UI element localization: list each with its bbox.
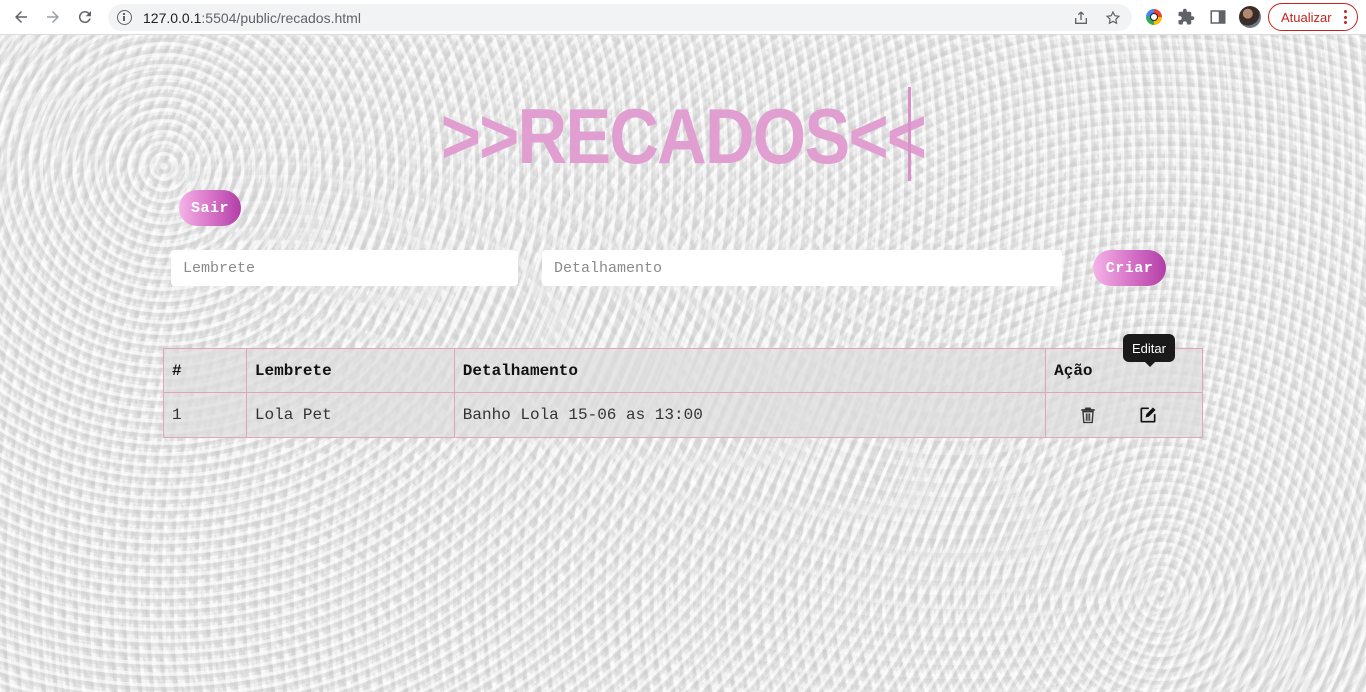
url-path: :5504/public/recados.html bbox=[201, 10, 361, 26]
url-text: 127.0.0.1:5504/public/recados.html bbox=[143, 10, 361, 26]
reload-icon bbox=[78, 11, 91, 24]
detail-input[interactable] bbox=[542, 250, 1062, 286]
create-button[interactable]: Criar bbox=[1093, 250, 1166, 286]
cell-reminder: Lola Pet bbox=[245, 392, 455, 438]
side-panel-icon[interactable] bbox=[1208, 7, 1228, 27]
reminders-table: # Lembrete Detalhamento Ação 1 Lola Pet … bbox=[163, 348, 1203, 438]
arrow-left-icon bbox=[15, 11, 27, 23]
header-number: # bbox=[163, 348, 247, 393]
cell-number: 1 bbox=[163, 392, 247, 438]
browser-toolbar: 127.0.0.1:5504/public/recados.html Atual… bbox=[0, 0, 1366, 35]
reload-button[interactable] bbox=[72, 5, 98, 29]
arrow-right-icon bbox=[47, 11, 59, 23]
back-button[interactable] bbox=[8, 5, 34, 29]
page-background: >>RECADOS<< Sair Criar # Lembrete Detalh… bbox=[0, 35, 1366, 692]
cell-detail: Banho Lola 15-06 as 13:00 bbox=[453, 392, 1047, 438]
share-icon[interactable] bbox=[1071, 8, 1091, 28]
header-detail: Detalhamento bbox=[453, 348, 1047, 393]
table-header-row: # Lembrete Detalhamento Ação bbox=[163, 348, 1203, 393]
update-label: Atualizar bbox=[1281, 9, 1332, 25]
bookmark-star-icon[interactable] bbox=[1103, 8, 1123, 28]
edit-tooltip: Editar bbox=[1123, 334, 1175, 367]
color-extension-icon[interactable] bbox=[1144, 7, 1164, 27]
reminder-input[interactable] bbox=[171, 250, 518, 286]
logout-button[interactable]: Sair bbox=[179, 190, 241, 226]
profile-avatar[interactable] bbox=[1239, 6, 1261, 28]
cell-actions bbox=[1045, 392, 1203, 438]
site-info-icon[interactable] bbox=[117, 10, 132, 25]
header-reminder: Lembrete bbox=[245, 348, 455, 393]
page-title: >>RECADOS<< bbox=[440, 92, 927, 180]
text-caret bbox=[908, 87, 911, 181]
table-row: 1 Lola Pet Banho Lola 15-06 as 13:00 bbox=[163, 392, 1203, 438]
address-bar[interactable]: 127.0.0.1:5504/public/recados.html bbox=[108, 4, 1132, 31]
update-button[interactable]: Atualizar bbox=[1268, 3, 1358, 31]
edit-icon[interactable] bbox=[1137, 404, 1159, 426]
url-host: 127.0.0.1 bbox=[143, 10, 202, 26]
trash-icon[interactable] bbox=[1077, 404, 1099, 426]
extensions-puzzle-icon[interactable] bbox=[1176, 7, 1196, 27]
forward-button[interactable] bbox=[40, 5, 66, 29]
kebab-menu-icon[interactable] bbox=[1343, 10, 1347, 24]
